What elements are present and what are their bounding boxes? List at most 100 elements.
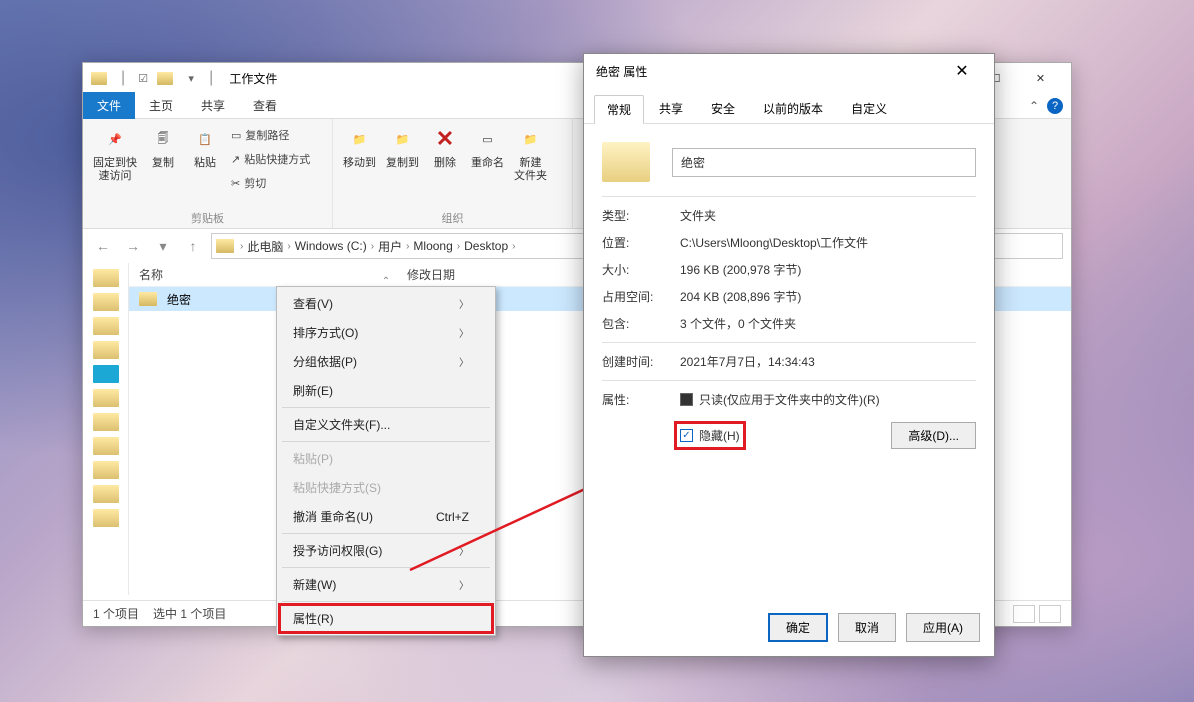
forward-button[interactable]: → <box>121 234 145 258</box>
chevron-right-icon: 〉 <box>459 543 469 558</box>
size-on-disk-label: 占用空间: <box>602 288 680 305</box>
tab-security[interactable]: 安全 <box>698 94 748 123</box>
chevron-right-icon: 〉 <box>459 296 469 311</box>
advanced-button[interactable]: 高级(D)... <box>891 422 976 449</box>
apply-button[interactable]: 应用(A) <box>906 613 980 642</box>
cancel-button[interactable]: 取消 <box>838 613 896 642</box>
chevron-right-icon[interactable]: › <box>371 241 374 252</box>
chevron-right-icon[interactable]: › <box>240 241 243 252</box>
rename-button[interactable]: ▭ 重命名 <box>471 123 504 170</box>
delete-button[interactable]: ✕ 删除 <box>429 123 461 170</box>
folder-icon <box>91 72 107 85</box>
sidebar-item[interactable] <box>93 509 119 527</box>
dialog-titlebar[interactable]: 绝密 属性 ✕ <box>584 54 994 88</box>
menu-refresh[interactable]: 刷新(E) <box>279 376 493 405</box>
sidebar-item[interactable] <box>93 317 119 335</box>
sidebar-item[interactable] <box>93 389 119 407</box>
pin-icon: 📌 <box>99 123 131 155</box>
created-value: 2021年7月7日，14:34:43 <box>680 353 976 370</box>
sidebar-item[interactable] <box>93 413 119 431</box>
collapse-ribbon-button[interactable]: ⌃ <box>1021 99 1047 113</box>
menu-group[interactable]: 分组依据(P)〉 <box>279 347 493 376</box>
menu-view[interactable]: 查看(V)〉 <box>279 289 493 318</box>
moveto-icon: 📁 <box>344 123 376 155</box>
dropdown-icon[interactable]: ▾ <box>183 70 199 86</box>
up-button[interactable]: ↑ <box>181 234 205 258</box>
tab-file[interactable]: 文件 <box>83 92 135 119</box>
size-label: 大小: <box>602 261 680 278</box>
shortcut-icon: ↗ <box>231 153 240 166</box>
tab-home[interactable]: 主页 <box>135 92 187 119</box>
chevron-right-icon: 〉 <box>459 325 469 340</box>
sidebar-item[interactable] <box>93 485 119 503</box>
nav-pane[interactable] <box>83 263 129 595</box>
menu-properties[interactable]: 属性(R) <box>279 604 493 633</box>
menu-customize[interactable]: 自定义文件夹(F)... <box>279 410 493 439</box>
size-on-disk-value: 204 KB (208,896 字节) <box>680 288 976 305</box>
tab-custom[interactable]: 自定义 <box>838 94 900 123</box>
tab-view[interactable]: 查看 <box>239 92 291 119</box>
copyto-button[interactable]: 📁 复制到 <box>386 123 419 170</box>
quick-access-toolbar: | ☑ ▾ | <box>91 69 217 87</box>
col-modified[interactable]: 修改日期 <box>397 266 465 283</box>
tab-general[interactable]: 常规 <box>594 95 644 124</box>
view-large-button[interactable] <box>1039 605 1061 623</box>
newfolder-button[interactable]: 📁 新建 文件夹 <box>514 123 547 183</box>
menu-sort[interactable]: 排序方式(O)〉 <box>279 318 493 347</box>
readonly-checkbox[interactable]: ■ 只读(仅应用于文件夹中的文件)(R) <box>680 391 880 408</box>
breadcrumb[interactable]: 此电脑 <box>245 238 285 255</box>
ribbon-group-label: 组织 <box>343 208 562 226</box>
chevron-right-icon[interactable]: › <box>287 241 290 252</box>
checkbox-icon[interactable]: ☑ <box>135 70 151 86</box>
copyto-icon: 📁 <box>387 123 419 155</box>
menu-undo[interactable]: 撤消 重命名(U)Ctrl+Z <box>279 502 493 531</box>
close-button[interactable]: ✕ <box>942 54 982 88</box>
paste-button[interactable]: 📋 粘贴 <box>189 123 221 170</box>
chevron-up-icon[interactable]: ⌃ <box>382 276 390 287</box>
breadcrumb[interactable]: Desktop <box>462 239 510 253</box>
context-menu: ⌃ 查看(V)〉 排序方式(O)〉 分组依据(P)〉 刷新(E) 自定义文件夹(… <box>276 286 496 636</box>
cut-button[interactable]: ✂剪切 <box>231 173 310 193</box>
recent-button[interactable]: ▾ <box>151 234 175 258</box>
folder-icon <box>216 239 234 253</box>
sidebar-item[interactable] <box>93 365 119 383</box>
view-details-button[interactable] <box>1013 605 1035 623</box>
chevron-right-icon[interactable]: › <box>512 241 515 252</box>
sidebar-item[interactable] <box>93 269 119 287</box>
paste-shortcut-button[interactable]: ↗粘贴快捷方式 <box>231 149 310 169</box>
folder-icon <box>157 72 173 85</box>
tab-share[interactable]: 共享 <box>646 94 696 123</box>
checkbox-icon: ■ <box>680 393 693 406</box>
hidden-checkbox[interactable]: ✓ 隐藏(H) <box>680 427 740 444</box>
moveto-button[interactable]: 📁 移动到 <box>343 123 376 170</box>
tab-share[interactable]: 共享 <box>187 92 239 119</box>
window-title: 工作文件 <box>229 70 277 87</box>
menu-new[interactable]: 新建(W)〉 <box>279 570 493 599</box>
folder-icon <box>602 142 650 182</box>
chevron-right-icon[interactable]: › <box>457 241 460 252</box>
created-label: 创建时间: <box>602 353 680 370</box>
sidebar-item[interactable] <box>93 341 119 359</box>
menu-give-access[interactable]: 授予访问权限(G)〉 <box>279 536 493 565</box>
help-icon[interactable]: ? <box>1047 98 1063 114</box>
name-input[interactable]: 绝密 <box>672 148 976 177</box>
pin-button[interactable]: 📌 固定到快 速访问 <box>93 123 137 183</box>
sidebar-item[interactable] <box>93 437 119 455</box>
breadcrumb[interactable]: 用户 <box>376 238 404 255</box>
tab-previous-versions[interactable]: 以前的版本 <box>750 94 836 123</box>
breadcrumb[interactable]: Windows (C:) <box>293 239 369 253</box>
back-button[interactable]: ← <box>91 234 115 258</box>
ribbon-group-label: 剪贴板 <box>93 208 322 226</box>
close-button[interactable]: ✕ <box>1018 63 1063 93</box>
ok-button[interactable]: 确定 <box>768 613 828 642</box>
sidebar-item[interactable] <box>93 461 119 479</box>
checkbox-icon: ✓ <box>680 429 693 442</box>
col-name[interactable]: 名称 <box>129 266 397 283</box>
newfolder-icon: 📁 <box>515 123 547 155</box>
sidebar-item[interactable] <box>93 293 119 311</box>
breadcrumb[interactable]: Mloong <box>411 239 454 253</box>
chevron-right-icon[interactable]: › <box>406 241 409 252</box>
contains-label: 包含: <box>602 315 680 332</box>
copy-path-button[interactable]: ▭复制路径 <box>231 125 310 145</box>
copy-button[interactable]: 🗐 复制 <box>147 123 179 170</box>
